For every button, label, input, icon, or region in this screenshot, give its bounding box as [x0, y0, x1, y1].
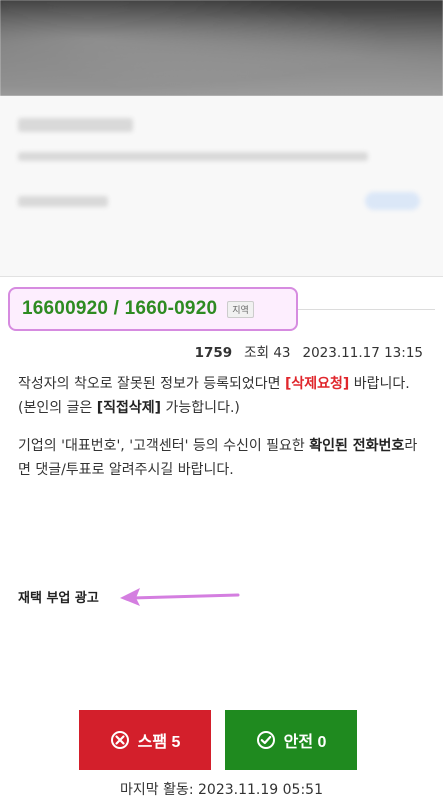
- delete-request-link[interactable]: [삭제요청]: [285, 376, 349, 392]
- spam-vote-button[interactable]: 스팸 5: [79, 710, 211, 770]
- notice-bold-text: 확인된 전화번호: [309, 438, 405, 454]
- phone-number[interactable]: 16600920 / 1660-0920: [22, 298, 217, 320]
- region-badge: 지역: [227, 300, 254, 318]
- post-date: 2023.11.17 13:15: [302, 345, 424, 361]
- safe-vote-button[interactable]: 안전 0: [225, 710, 357, 770]
- notice-text: 가능합니다.): [161, 400, 240, 416]
- direct-delete-link[interactable]: [직접삭제]: [97, 400, 161, 416]
- last-activity: 마지막 활동: 2023.11.19 05:51: [120, 782, 323, 798]
- blurred-content-card: [0, 96, 443, 277]
- views-label: 조회: [244, 345, 270, 361]
- safe-label: 안전 0: [283, 734, 327, 751]
- post-id: 1759: [194, 345, 233, 361]
- notice-correction: 작성자의 착오로 잘못된 정보가 등록되었다면 [삭제요청] 바랍니다. (본인…: [18, 372, 428, 420]
- phone-number-box[interactable]: 16600920 / 1660-0920 지역: [8, 287, 298, 331]
- post-meta: 1759 조회 43 2023.11.17 13:15: [195, 341, 423, 361]
- view-count: 조회 43: [244, 341, 290, 361]
- spam-label: 스팸 5: [137, 734, 181, 751]
- ad-label: 재택 부업 광고: [18, 591, 99, 606]
- notice-text: 기업의 '대표번호', '고객센터' 등의 수신이 필요한: [18, 438, 310, 454]
- divider: [298, 309, 435, 310]
- check-circle-icon: [256, 731, 275, 749]
- notice-phone-confirm: 기업의 '대표번호', '고객센터' 등의 수신이 필요한 확인된 전화번호라면…: [18, 434, 428, 482]
- notice-text: 작성자의 착오로 잘못된 정보가 등록되었다면: [18, 376, 285, 392]
- views-value: 43: [273, 345, 291, 361]
- close-circle-icon: [110, 731, 129, 749]
- blurred-banner-image: [0, 0, 443, 96]
- annotation-arrow-icon: [120, 588, 240, 606]
